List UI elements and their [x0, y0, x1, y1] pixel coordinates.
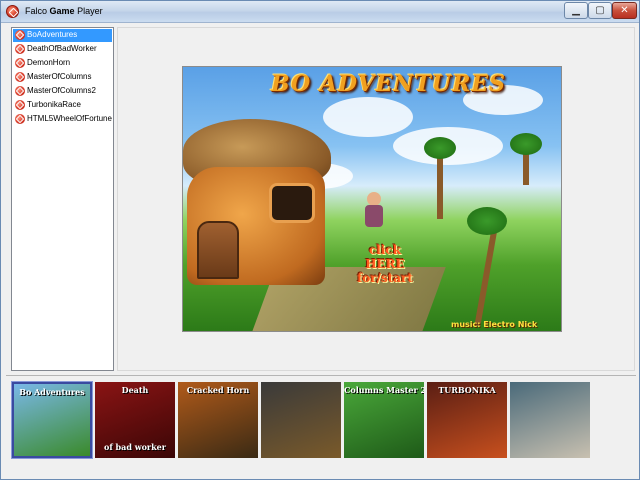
house-door — [197, 221, 239, 279]
game-list-item[interactable]: BoAdventures — [13, 29, 112, 42]
game-icon — [15, 72, 25, 82]
game-icon — [15, 44, 25, 54]
game-list-item[interactable]: MasterOfColumns2 — [13, 85, 112, 98]
thumbnail-sublabel: of bad worker — [103, 442, 166, 452]
game-icon — [15, 114, 25, 124]
game-icon — [15, 58, 25, 68]
game-list-label: HTML5WheelOfFortune — [27, 114, 112, 123]
game-thumbnail[interactable]: Columns Master 2 — [344, 382, 424, 458]
game-list-label: TurbonikaRace — [27, 100, 81, 109]
game-thumbnail[interactable]: TURBONIKA — [427, 382, 507, 458]
game-thumbnail[interactable]: Death of bad worker — [95, 382, 175, 458]
minimize-button[interactable]: ▁ — [564, 2, 588, 19]
game-preview-image[interactable]: BO ADVENTURES click HERE for/start music… — [182, 66, 562, 332]
game-icon — [15, 30, 25, 40]
preview-title: BO ADVENTURES — [271, 71, 507, 97]
game-list-item[interactable]: DeathOfBadWorker — [13, 43, 112, 56]
palm-trunk — [437, 149, 443, 219]
cloud — [323, 97, 413, 137]
game-thumbnail[interactable]: Bo Adventures — [11, 381, 93, 459]
title-bar[interactable]: Falco Game Player ▁ ▢ ✕ — [1, 1, 639, 23]
music-credit: music: Electro Nick — [451, 320, 538, 329]
game-list[interactable]: BoAdventures DeathOfBadWorker DemonHorn Mas… — [11, 27, 114, 371]
thumbnail-label: Death — [121, 385, 149, 395]
click-line-3: for/start — [357, 271, 413, 285]
palm-trunk — [474, 227, 498, 327]
game-list-label: BoAdventures — [27, 30, 78, 39]
status-bar — [1, 463, 639, 479]
palm-leaves — [510, 133, 542, 155]
click-line-2: HERE — [365, 257, 405, 271]
game-list-item[interactable]: TurbonikaRace — [13, 99, 112, 112]
click-to-start-label[interactable]: click HERE for/start — [343, 243, 427, 285]
thumbnail-label: Cracked Horn — [186, 385, 250, 395]
game-icon — [15, 86, 25, 96]
game-list-label: MasterOfColumns2 — [27, 86, 96, 95]
app-icon — [6, 5, 19, 18]
palm-leaves — [424, 137, 456, 159]
character-head — [367, 192, 381, 206]
thumbnail-strip: Bo Adventures Death of bad worker Cracked H… — [6, 375, 636, 463]
close-icon: ✕ — [620, 5, 629, 16]
game-list-label: DemonHorn — [27, 58, 71, 67]
game-list-label: DeathOfBadWorker — [27, 44, 97, 53]
app-window: Falco Game Player ▁ ▢ ✕ BoAdventures Deat… — [0, 0, 640, 480]
title-suffix: Player — [77, 6, 103, 16]
bo-character — [363, 192, 385, 234]
title-prefix: Falco — [25, 6, 48, 16]
title-bold: Game — [49, 6, 75, 16]
game-thumbnail[interactable] — [510, 382, 590, 458]
thumbnail-label: Bo Adventures — [19, 387, 85, 397]
minimize-icon: ▁ — [572, 5, 580, 16]
house-window — [269, 183, 315, 223]
character-body — [365, 205, 383, 227]
close-button[interactable]: ✕ — [612, 2, 637, 19]
window-title: Falco Game Player — [25, 6, 103, 16]
game-list-label: MasterOfColumns — [27, 72, 92, 81]
maximize-icon: ▢ — [595, 5, 605, 16]
thumbnail-label: Columns Master 2 — [344, 385, 424, 395]
game-thumbnail[interactable] — [261, 382, 341, 458]
game-icon — [15, 100, 25, 110]
game-list-item[interactable]: MasterOfColumns — [13, 71, 112, 84]
thumbnail-label: TURBONIKA — [438, 385, 496, 395]
click-line-1: click — [368, 243, 402, 257]
maximize-button[interactable]: ▢ — [588, 2, 612, 19]
game-thumbnail[interactable]: Cracked Horn — [178, 382, 258, 458]
game-list-item[interactable]: HTML5WheelOfFortune — [13, 113, 112, 126]
game-list-item[interactable]: DemonHorn — [13, 57, 112, 70]
palm-leaves — [467, 207, 507, 235]
